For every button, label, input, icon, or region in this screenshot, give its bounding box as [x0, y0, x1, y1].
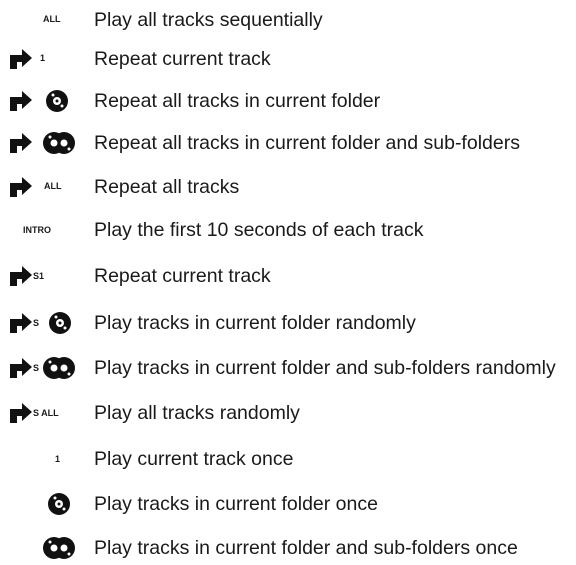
all-icon: ALL [44, 181, 62, 191]
mode-icon [0, 487, 90, 521]
mode-label: Play all tracks sequentially [94, 9, 323, 31]
shuffle-s-icon: S [33, 318, 40, 328]
repeat-arrow-icon [10, 266, 32, 286]
repeat-arrow-icon [10, 133, 32, 153]
mode-icon [0, 84, 90, 118]
mode-label: Play tracks in current folder randomly [94, 312, 416, 334]
shuffle-s-icon: S [33, 363, 40, 373]
mode-icon: S [0, 351, 90, 385]
mode-icon [0, 531, 90, 565]
mode-label: Play all tracks randomly [94, 402, 300, 424]
repeat-arrow-icon [10, 49, 32, 69]
mode-row-sequential: ALL Play all tracks sequentially [0, 3, 576, 37]
double-disc-icon [43, 357, 75, 379]
mode-row-repeat-all: ALL Repeat all tracks [0, 170, 576, 204]
mode-label: Play tracks in current folder and sub-fo… [94, 357, 556, 379]
mode-row-repeat-folder-subfolders: Repeat all tracks in current folder and … [0, 126, 576, 160]
repeat-arrow-icon [10, 91, 32, 111]
mode-row-shuffle-folder-subfolders: S Play tracks in current folder and sub-… [0, 351, 576, 385]
mode-icon: S1 [0, 259, 90, 293]
mode-icon [0, 126, 90, 160]
repeat-arrow-icon [10, 313, 32, 333]
mode-row-folder-once: Play tracks in current folder once [0, 487, 576, 521]
mode-label: Repeat current track [94, 265, 271, 287]
repeat-arrow-icon [10, 403, 32, 423]
mode-label: Repeat current track [94, 48, 271, 70]
mode-label: Play tracks in current folder once [94, 493, 378, 515]
disc-icon [46, 90, 68, 112]
double-disc-icon [43, 132, 75, 154]
disc-icon [48, 493, 70, 515]
mode-row-play-once: 1 Play current track once [0, 442, 576, 476]
mode-label: Play the first 10 seconds of each track [94, 219, 424, 241]
mode-row-shuffle-all: S ALL Play all tracks randomly [0, 396, 576, 430]
one-icon: 1 [40, 53, 46, 63]
mode-row-repeat-folder: Repeat all tracks in current folder [0, 84, 576, 118]
intro-icon: INTRO [23, 225, 51, 235]
s1-icon: S1 [33, 271, 45, 281]
double-disc-icon [43, 537, 75, 559]
mode-label: Repeat all tracks in current folder [94, 90, 381, 112]
mode-icon: ALL [0, 3, 90, 37]
repeat-arrow-icon [10, 177, 32, 197]
mode-icon: S [0, 306, 90, 340]
mode-row-shuffle-folder: S Play tracks in current folder randomly [0, 306, 576, 340]
mode-label: Repeat all tracks in current folder and … [94, 132, 520, 154]
mode-label: Play tracks in current folder and sub-fo… [94, 537, 518, 559]
mode-row-shuffle-track: S1 Repeat current track [0, 259, 576, 293]
mode-icon: ALL [0, 170, 90, 204]
mode-icon: INTRO [0, 213, 90, 247]
one-icon: 1 [55, 454, 61, 464]
repeat-arrow-icon [10, 358, 32, 378]
disc-icon [49, 312, 71, 334]
mode-row-intro: INTRO Play the first 10 seconds of each … [0, 213, 576, 247]
all-icon: ALL [43, 14, 61, 24]
mode-label: Play current track once [94, 448, 294, 470]
mode-icon: 1 [0, 442, 90, 476]
mode-icon: 1 [0, 42, 90, 76]
mode-icon: S ALL [0, 396, 90, 430]
s-all-icon: S ALL [33, 408, 59, 418]
mode-row-folder-subfolders-once: Play tracks in current folder and sub-fo… [0, 531, 576, 565]
mode-label: Repeat all tracks [94, 176, 240, 198]
mode-row-repeat-track: 1 Repeat current track [0, 42, 576, 76]
